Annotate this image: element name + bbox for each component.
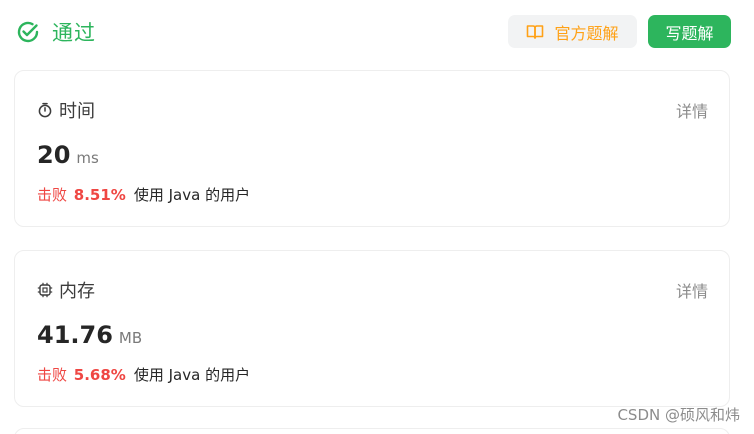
memory-value-row: 41.76 MB <box>37 321 142 349</box>
memory-title-label: 内存 <box>59 281 95 302</box>
write-solution-label: 写题解 <box>665 23 714 43</box>
memory-beat-row: 击败 5.68% 使用 Java 的用户 <box>37 364 250 385</box>
memory-unit: MB <box>118 329 143 347</box>
runtime-detail-link[interactable]: 详情 <box>676 98 708 122</box>
runtime-value: 20 <box>37 141 71 169</box>
runtime-beat-percent: 8.51% <box>73 186 126 204</box>
memory-value: 41.76 <box>37 321 113 349</box>
memory-title: 内存 <box>37 277 95 303</box>
official-solution-label: 官方题解 <box>554 23 619 43</box>
runtime-beat-suffix: 使用 Java 的用户 <box>133 186 251 204</box>
runtime-title-label: 时间 <box>59 101 95 122</box>
memory-detail-link[interactable]: 详情 <box>676 278 708 302</box>
runtime-unit: ms <box>76 149 99 167</box>
memory-beat-percent: 5.68% <box>73 366 126 384</box>
stopwatch-icon <box>37 102 53 118</box>
write-solution-button[interactable]: 写题解 <box>648 15 731 48</box>
runtime-title: 时间 <box>37 97 95 123</box>
memory-beat-suffix: 使用 Java 的用户 <box>133 366 251 384</box>
runtime-value-row: 20 ms <box>37 141 99 169</box>
runtime-beat: 击败 8.51% <box>37 184 126 205</box>
result-header: 通过 官方题解 写题解 <box>0 0 754 64</box>
runtime-card: 时间 详情 20 ms 击败 8.51% 使用 Java 的用户 <box>14 70 730 227</box>
next-card-edge <box>14 428 730 434</box>
runtime-beat-row: 击败 8.51% 使用 Java 的用户 <box>37 184 250 205</box>
watermark: CSDN @硕风和炜 <box>617 406 740 424</box>
memory-beat: 击败 5.68% <box>37 364 126 385</box>
check-circle-icon <box>16 20 40 44</box>
memory-card: 内存 详情 41.76 MB 击败 5.68% 使用 Java 的用户 <box>14 250 730 407</box>
status-label: 通过 <box>52 21 96 45</box>
chip-icon <box>37 282 53 298</box>
official-solution-button[interactable]: 官方题解 <box>508 15 637 48</box>
status-indicator: 通过 <box>16 17 96 47</box>
book-icon <box>526 24 544 40</box>
runtime-beat-prefix: 击败 <box>37 186 68 204</box>
memory-beat-prefix: 击败 <box>37 366 68 384</box>
submission-result-panel: 通过 官方题解 写题解 时间 详情 20 ms 击败 8.51% 使用 Java… <box>0 0 754 434</box>
